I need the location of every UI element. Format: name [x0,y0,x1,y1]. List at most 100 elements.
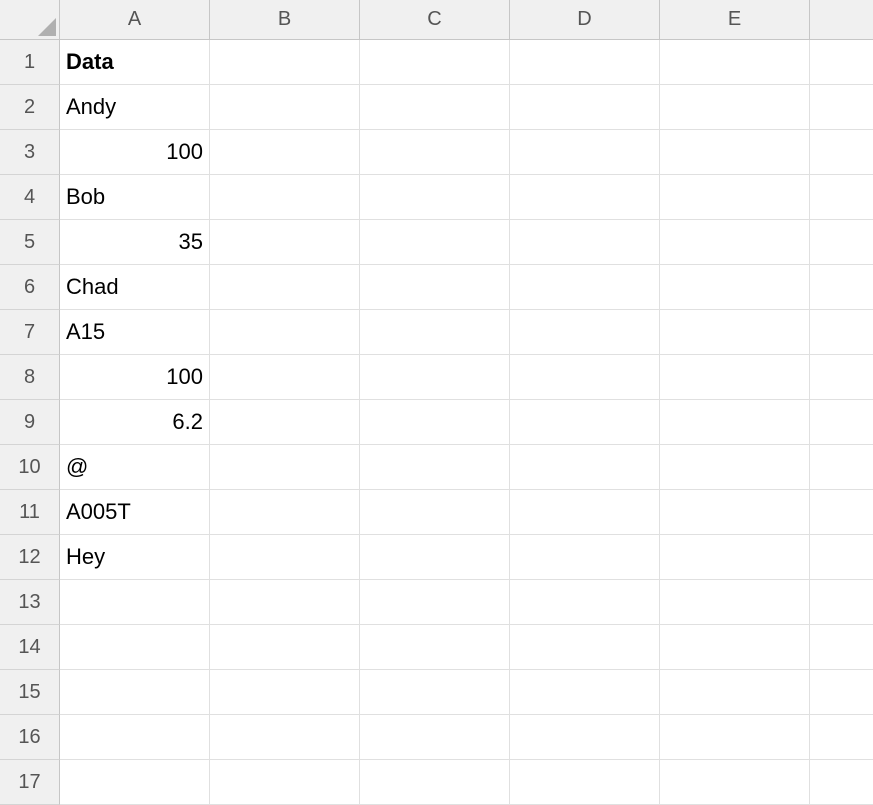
cell-F7[interactable] [810,310,873,355]
cell-C5[interactable] [360,220,510,265]
cell-C4[interactable] [360,175,510,220]
cell-D10[interactable] [510,445,660,490]
row-header-7[interactable]: 7 [0,310,60,355]
cell-F12[interactable] [810,535,873,580]
cell-F16[interactable] [810,715,873,760]
cell-A15[interactable] [60,670,210,715]
cell-E6[interactable] [660,265,810,310]
cell-A2[interactable]: Andy [60,85,210,130]
row-header-17[interactable]: 17 [0,760,60,805]
cell-B12[interactable] [210,535,360,580]
column-header-F[interactable] [810,0,873,40]
cell-D16[interactable] [510,715,660,760]
cell-A12[interactable]: Hey [60,535,210,580]
cell-A5[interactable]: 35 [60,220,210,265]
cell-C12[interactable] [360,535,510,580]
cell-F10[interactable] [810,445,873,490]
row-header-3[interactable]: 3 [0,130,60,175]
cell-F8[interactable] [810,355,873,400]
cell-B1[interactable] [210,40,360,85]
cell-D15[interactable] [510,670,660,715]
cell-F1[interactable] [810,40,873,85]
row-header-1[interactable]: 1 [0,40,60,85]
cell-A7[interactable]: A15 [60,310,210,355]
cell-D5[interactable] [510,220,660,265]
cell-A6[interactable]: Chad [60,265,210,310]
cell-D8[interactable] [510,355,660,400]
cell-C9[interactable] [360,400,510,445]
cell-F4[interactable] [810,175,873,220]
cell-B6[interactable] [210,265,360,310]
column-header-A[interactable]: A [60,0,210,40]
row-header-8[interactable]: 8 [0,355,60,400]
row-header-10[interactable]: 10 [0,445,60,490]
cell-A3[interactable]: 100 [60,130,210,175]
cell-A13[interactable] [60,580,210,625]
cell-A4[interactable]: Bob [60,175,210,220]
cell-E11[interactable] [660,490,810,535]
cell-E4[interactable] [660,175,810,220]
cell-C8[interactable] [360,355,510,400]
cell-B11[interactable] [210,490,360,535]
cell-C6[interactable] [360,265,510,310]
cell-C1[interactable] [360,40,510,85]
column-header-E[interactable]: E [660,0,810,40]
cell-C14[interactable] [360,625,510,670]
cell-D6[interactable] [510,265,660,310]
cell-B16[interactable] [210,715,360,760]
cell-A8[interactable]: 100 [60,355,210,400]
cell-D12[interactable] [510,535,660,580]
row-header-5[interactable]: 5 [0,220,60,265]
cell-B2[interactable] [210,85,360,130]
cell-E5[interactable] [660,220,810,265]
row-header-11[interactable]: 11 [0,490,60,535]
cell-F11[interactable] [810,490,873,535]
cell-F15[interactable] [810,670,873,715]
row-header-13[interactable]: 13 [0,580,60,625]
cell-E3[interactable] [660,130,810,175]
cell-A17[interactable] [60,760,210,805]
cell-F9[interactable] [810,400,873,445]
cell-B4[interactable] [210,175,360,220]
cell-C13[interactable] [360,580,510,625]
cell-B17[interactable] [210,760,360,805]
cell-E12[interactable] [660,535,810,580]
cell-C15[interactable] [360,670,510,715]
cell-D4[interactable] [510,175,660,220]
cell-C17[interactable] [360,760,510,805]
cell-E14[interactable] [660,625,810,670]
cell-C11[interactable] [360,490,510,535]
row-header-2[interactable]: 2 [0,85,60,130]
select-all-corner[interactable] [0,0,60,40]
cell-C2[interactable] [360,85,510,130]
cell-D1[interactable] [510,40,660,85]
cell-D7[interactable] [510,310,660,355]
cell-A14[interactable] [60,625,210,670]
cell-D13[interactable] [510,580,660,625]
row-header-4[interactable]: 4 [0,175,60,220]
cell-F3[interactable] [810,130,873,175]
column-header-B[interactable]: B [210,0,360,40]
cell-C10[interactable] [360,445,510,490]
cell-E8[interactable] [660,355,810,400]
row-header-9[interactable]: 9 [0,400,60,445]
spreadsheet-grid[interactable]: ABCDE1Data2Andy31004Bob5356Chad7A1581009… [0,0,873,805]
cell-D3[interactable] [510,130,660,175]
cell-E1[interactable] [660,40,810,85]
cell-E2[interactable] [660,85,810,130]
cell-E10[interactable] [660,445,810,490]
cell-A11[interactable]: A005T [60,490,210,535]
column-header-C[interactable]: C [360,0,510,40]
row-header-6[interactable]: 6 [0,265,60,310]
cell-F2[interactable] [810,85,873,130]
cell-B10[interactable] [210,445,360,490]
cell-B5[interactable] [210,220,360,265]
cell-F6[interactable] [810,265,873,310]
cell-D17[interactable] [510,760,660,805]
column-header-D[interactable]: D [510,0,660,40]
row-header-16[interactable]: 16 [0,715,60,760]
cell-B3[interactable] [210,130,360,175]
cell-C3[interactable] [360,130,510,175]
cell-E13[interactable] [660,580,810,625]
cell-A16[interactable] [60,715,210,760]
